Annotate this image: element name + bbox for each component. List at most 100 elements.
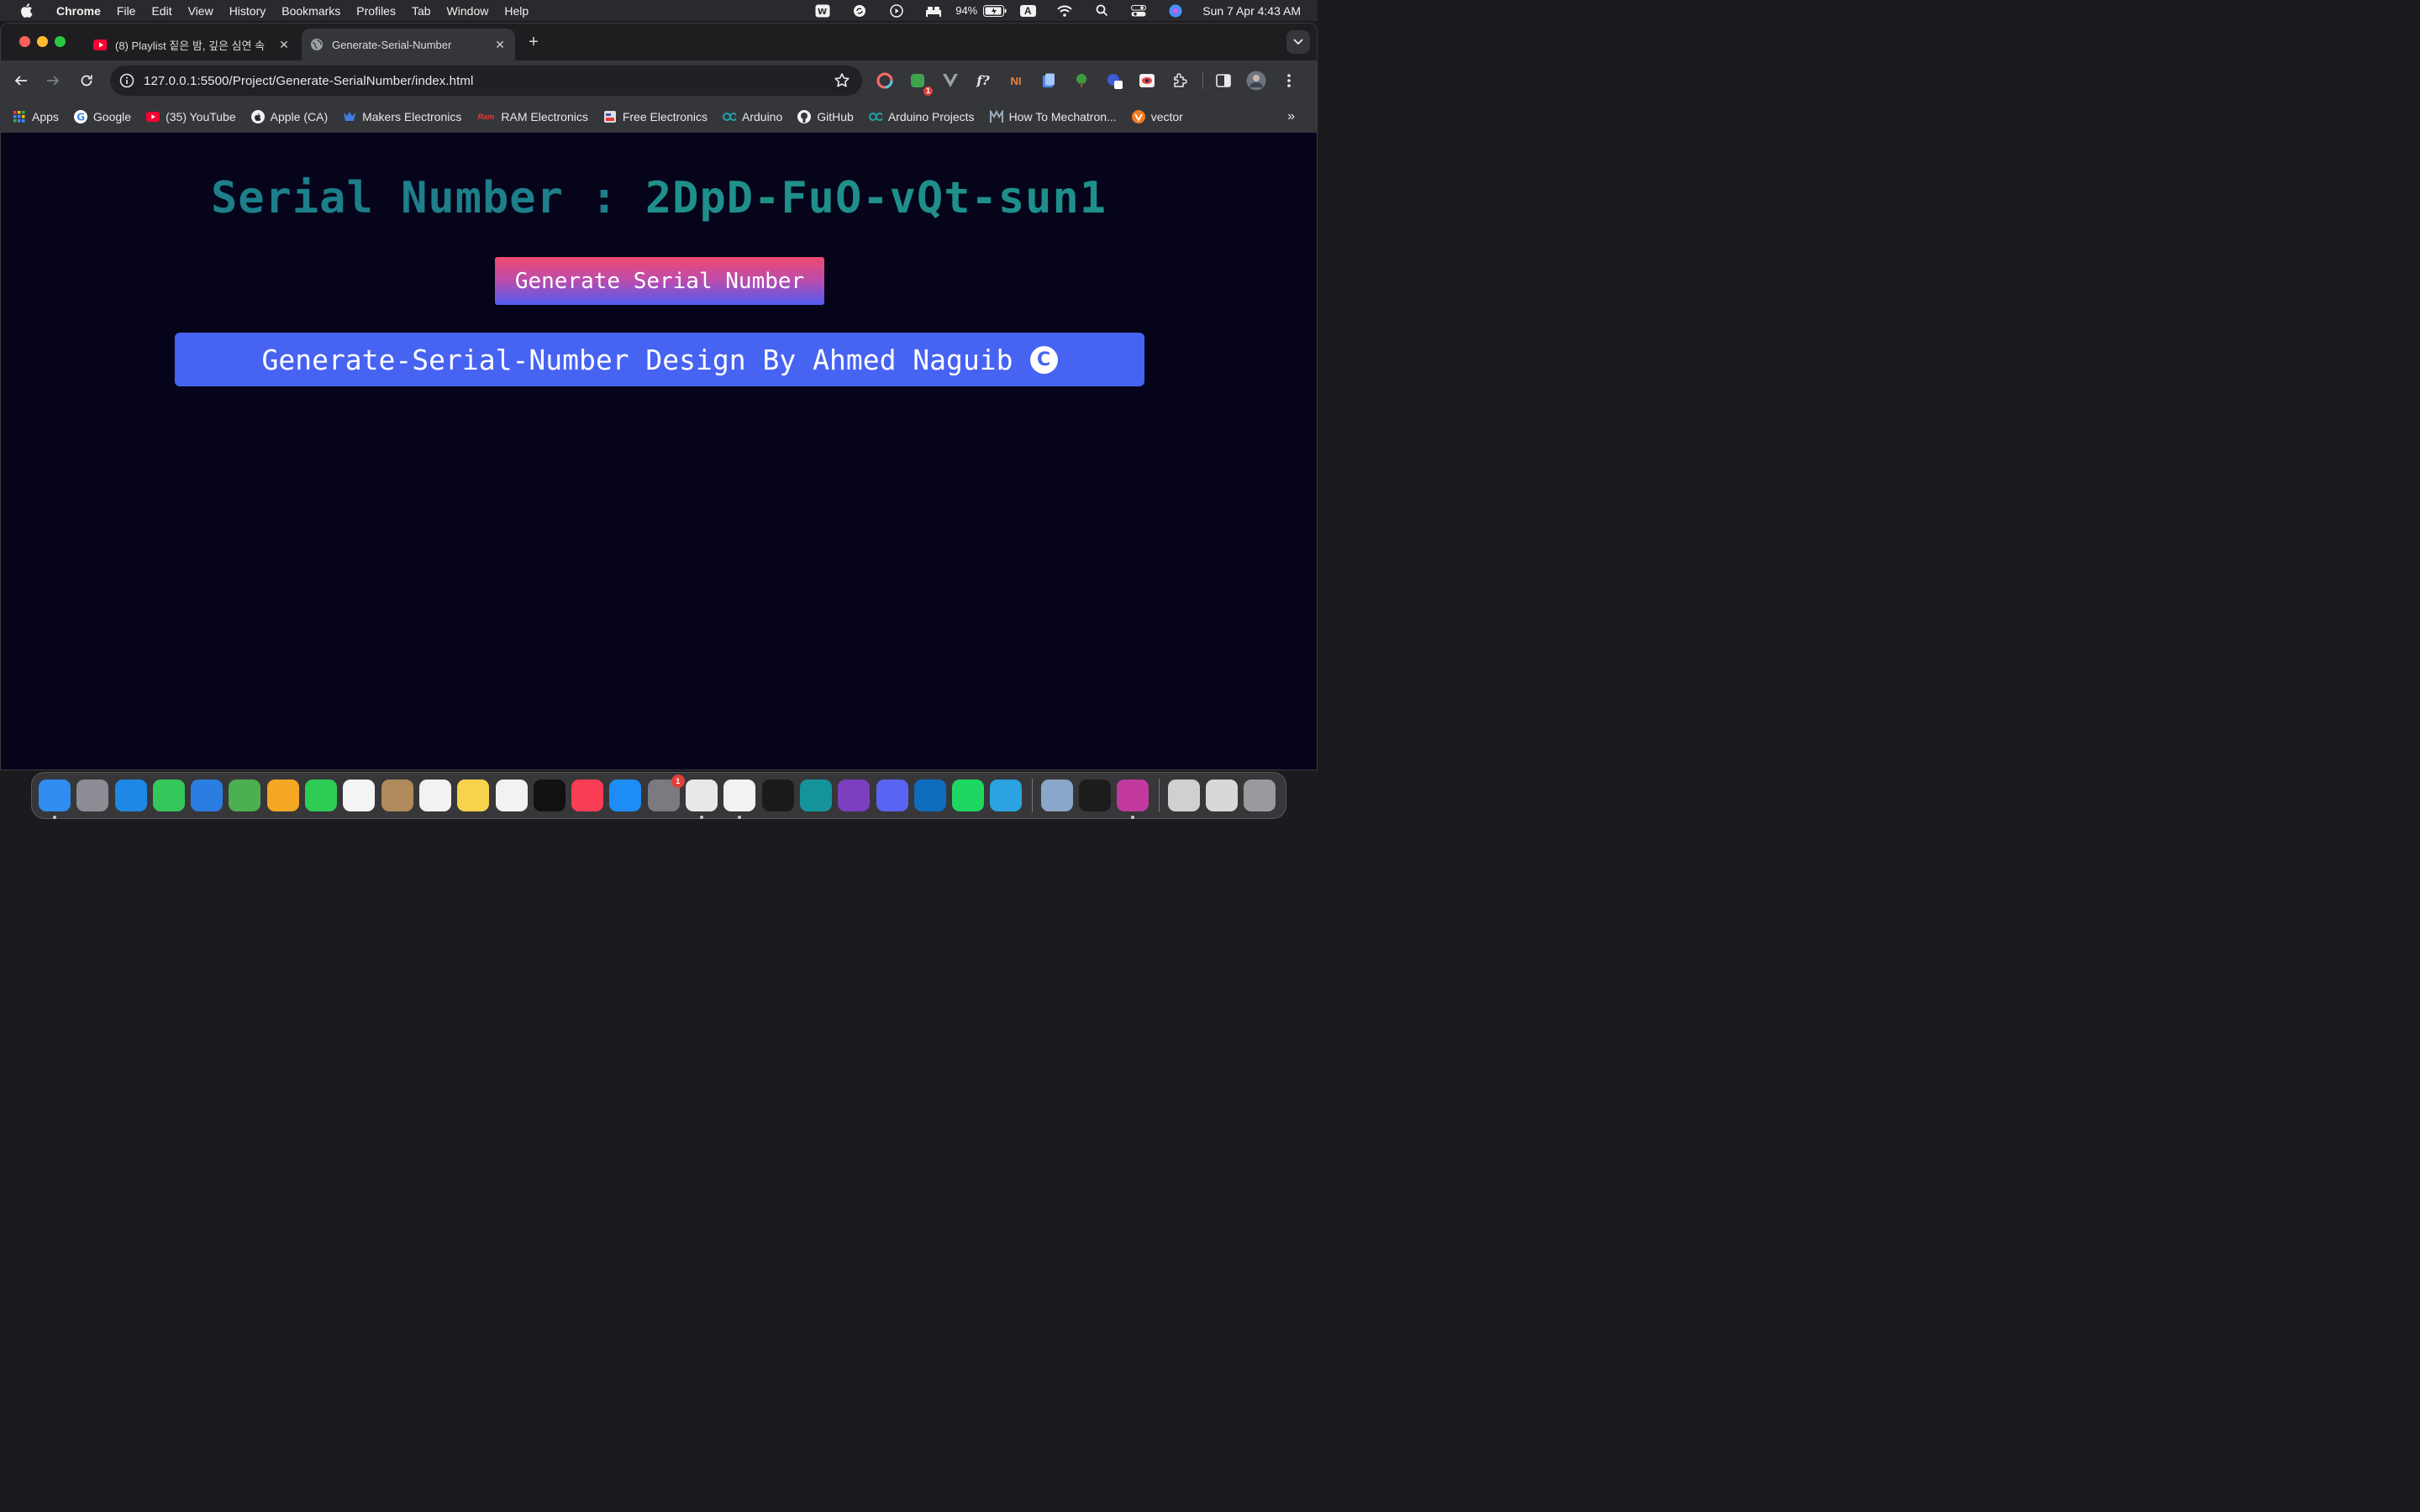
green-extension-icon[interactable]: 1 — [908, 71, 933, 96]
contacts-icon[interactable] — [381, 780, 413, 811]
menubar-clock[interactable]: Sun 7 Apr 4:43 AM — [1194, 4, 1318, 18]
apps-grid-icon — [13, 110, 26, 123]
mail-icon[interactable] — [191, 780, 224, 811]
control-center-icon[interactable] — [1120, 0, 1157, 21]
bookmark-how-to-mechatronics[interactable]: How To Mechatron... — [989, 110, 1117, 123]
safari-icon[interactable] — [114, 780, 147, 811]
generate-serial-button[interactable]: Generate Serial Number — [495, 257, 824, 305]
settings-icon[interactable]: 1 — [647, 774, 685, 811]
trash-icon[interactable] — [1244, 780, 1276, 811]
calendar-icon[interactable] — [343, 780, 376, 811]
battery-icon[interactable] — [981, 0, 1009, 21]
back-button[interactable] — [11, 71, 31, 91]
reload-button[interactable] — [76, 71, 97, 91]
tab-manager-extension-icon[interactable] — [1104, 71, 1124, 91]
menu-profiles[interactable]: Profiles — [348, 4, 403, 18]
downloads-stack-icon[interactable] — [1205, 780, 1238, 811]
bed-status-icon[interactable] — [915, 0, 952, 21]
wifi-icon[interactable] — [1046, 0, 1083, 21]
fonts-extension-icon[interactable]: f? — [973, 71, 993, 91]
tab-youtube-playlist[interactable]: (8) Playlist 짙은 밤, 깊은 심연 속 ✕ — [85, 29, 299, 60]
maps-icon[interactable] — [229, 780, 261, 811]
more-bookmarks-icon[interactable]: » — [1287, 109, 1295, 124]
menu-file[interactable]: File — [108, 4, 144, 18]
outlook-icon[interactable] — [913, 780, 946, 811]
bookmark-youtube[interactable]: (35) YouTube — [146, 110, 236, 123]
spotify-icon[interactable] — [952, 780, 985, 811]
bookmark-makers-electronics[interactable]: Makers Electronics — [343, 110, 461, 123]
menu-history[interactable]: History — [221, 4, 274, 18]
terminal-icon[interactable] — [1079, 780, 1112, 811]
bookmark-github[interactable]: GitHub — [797, 110, 854, 123]
tab-generate-serial-number[interactable]: Generate-Serial-Number ✕ — [302, 29, 515, 60]
svg-text:G: G — [76, 111, 85, 123]
menu-app-name[interactable]: Chrome — [48, 4, 108, 18]
photos-icon[interactable] — [266, 780, 299, 811]
running-indicator — [738, 816, 742, 819]
preview-icon[interactable] — [1040, 780, 1073, 811]
telegram-icon[interactable] — [990, 780, 1023, 811]
menu-bookmarks[interactable]: Bookmarks — [273, 4, 348, 18]
discord-icon[interactable] — [876, 780, 908, 811]
github-desktop-icon[interactable] — [838, 780, 871, 811]
bookmark-google[interactable]: G Google — [73, 110, 131, 123]
launchpad-icon[interactable] — [76, 780, 109, 811]
eye-extension-icon[interactable] — [1137, 71, 1157, 91]
site-info-icon[interactable] — [118, 72, 135, 89]
music-icon[interactable] — [571, 780, 604, 811]
apple-menu-icon[interactable] — [17, 3, 35, 18]
address-bar[interactable]: 127.0.0.1:5500/Project/Generate-SerialNu… — [110, 66, 862, 96]
sync-status-icon[interactable] — [841, 0, 878, 21]
menu-edit[interactable]: Edit — [143, 4, 179, 18]
wps-icon[interactable] — [1117, 780, 1150, 819]
window-close-button[interactable] — [19, 36, 30, 47]
url-text[interactable]: 127.0.0.1:5500/Project/Generate-SerialNu… — [144, 74, 473, 88]
clion-icon[interactable] — [761, 780, 794, 811]
extensions-puzzle-icon[interactable] — [1170, 71, 1190, 91]
freeform-icon[interactable] — [495, 780, 528, 811]
close-tab-icon[interactable]: ✕ — [277, 38, 291, 52]
input-source-icon[interactable]: A — [1009, 0, 1046, 21]
reminders-icon[interactable] — [418, 780, 451, 811]
arduino-icon[interactable] — [799, 780, 832, 811]
bookmark-arduino-projects[interactable]: Arduino Projects — [868, 110, 975, 123]
vue-devtools-icon[interactable] — [940, 71, 960, 91]
bookmark-ram-electronics[interactable]: Ram RAM Electronics — [476, 110, 588, 123]
play-status-icon[interactable] — [878, 0, 915, 21]
bookmark-apps[interactable]: Apps — [13, 110, 59, 123]
window-zoom-button[interactable] — [55, 36, 66, 47]
app-store-icon[interactable] — [609, 780, 642, 811]
menu-window[interactable]: Window — [439, 4, 497, 18]
window-minimize-button[interactable] — [37, 36, 48, 47]
tree-extension-icon[interactable] — [1071, 71, 1092, 91]
documents-stack-icon[interactable] — [1167, 780, 1200, 811]
forward-button[interactable] — [43, 71, 63, 91]
chrome-menu-icon[interactable] — [1279, 71, 1299, 91]
side-panel-icon[interactable] — [1213, 71, 1234, 91]
finder-icon[interactable] — [39, 780, 71, 819]
wps-status-icon[interactable]: W — [804, 0, 841, 21]
clipboard-extension-icon[interactable] — [1039, 71, 1059, 91]
menu-tab[interactable]: Tab — [403, 4, 439, 18]
vscode-icon[interactable] — [723, 780, 756, 819]
bookmark-apple[interactable]: Apple (CA) — [250, 110, 328, 123]
close-tab-icon[interactable]: ✕ — [493, 38, 507, 52]
bookmark-arduino[interactable]: Arduino — [723, 110, 782, 123]
bookmark-vector[interactable]: vector — [1131, 110, 1183, 123]
notes-icon[interactable] — [457, 780, 490, 811]
menu-view[interactable]: View — [180, 4, 221, 18]
menu-help[interactable]: Help — [496, 4, 536, 18]
chrome-icon[interactable] — [686, 780, 718, 819]
spotlight-search-icon[interactable] — [1083, 0, 1120, 21]
messages-icon[interactable] — [152, 780, 185, 811]
color-picker-extension-icon[interactable] — [875, 71, 895, 91]
bookmark-star-icon[interactable] — [834, 72, 850, 93]
new-tab-button[interactable]: + — [525, 34, 542, 50]
facetime-icon[interactable] — [305, 780, 338, 811]
siri-icon[interactable] — [1157, 0, 1194, 21]
tv-icon[interactable] — [533, 780, 566, 811]
ni-extension-icon[interactable]: NI — [1006, 71, 1026, 91]
tab-search-button[interactable] — [1286, 30, 1310, 54]
bookmark-free-electronics[interactable]: Free Electronics — [603, 110, 708, 123]
profile-avatar[interactable] — [1246, 71, 1266, 91]
